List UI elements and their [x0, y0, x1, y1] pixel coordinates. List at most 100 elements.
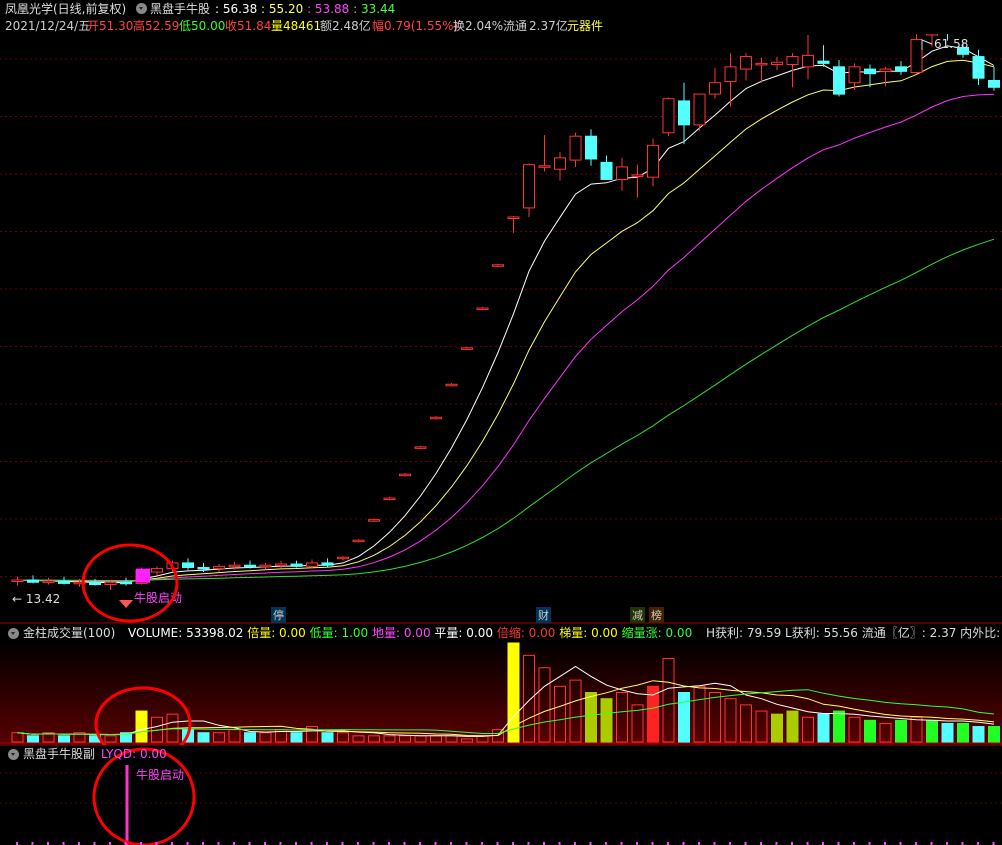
candle — [476, 306, 489, 311]
candle-body — [414, 446, 427, 449]
volume-item-value-6: 0.00 — [591, 626, 622, 640]
candle-body — [321, 562, 334, 566]
event-marker-list[interactable]: 榜 — [649, 607, 664, 623]
candle-body — [120, 581, 132, 585]
indicator-panel-dropdown-icon[interactable] — [8, 749, 19, 760]
ma-line-4 — [17, 238, 995, 582]
candle — [786, 53, 799, 88]
candle-body — [104, 581, 117, 586]
candle-body — [988, 79, 1000, 88]
event-marker-finance[interactable]: 财 — [536, 607, 551, 623]
candle-body — [895, 66, 907, 72]
candle — [802, 34, 814, 80]
event-marker-halt[interactable]: 停 — [271, 607, 286, 623]
indicator-value-2: : 55.20 — [261, 2, 308, 16]
candle — [910, 34, 923, 74]
volume-bar — [864, 719, 876, 743]
high-label: 高 — [133, 19, 146, 33]
volume-bar — [461, 738, 473, 743]
amount-value: 2.48亿 — [332, 19, 371, 33]
candle — [569, 132, 582, 167]
volume-chart[interactable] — [0, 641, 1002, 745]
candle-body — [724, 66, 737, 83]
volume-dropdown-icon[interactable] — [8, 628, 19, 639]
volume-bar — [941, 722, 954, 743]
volume-bar — [693, 685, 706, 743]
candle-body — [678, 100, 690, 126]
volume-bar — [585, 692, 597, 743]
candle-body — [197, 566, 210, 570]
volume-indicator-name: 金柱成交量(100) — [23, 626, 116, 640]
candle — [151, 566, 163, 576]
indicator-value-4: : 33.44 — [353, 2, 396, 16]
volume-bar — [352, 735, 365, 743]
volume-bar — [554, 685, 566, 743]
candle — [492, 263, 504, 268]
indicator-value-3: : 53.88 — [307, 2, 354, 16]
volume-item-value-2: 1.00 — [341, 626, 372, 640]
candle-body — [445, 383, 458, 387]
indicator-name: 黑盘手牛股 — [150, 2, 211, 16]
candle — [988, 66, 1000, 91]
volume-item-label-0: VOLUME: — [128, 626, 187, 640]
ma-line-1 — [17, 45, 995, 584]
candle — [461, 346, 473, 351]
candle-body — [802, 54, 814, 68]
indicator-panel-header: 黑盘手牛股副 LYQD: 0.00 — [0, 745, 1002, 762]
change-label: 幅 — [372, 19, 385, 33]
candle-body — [523, 164, 535, 209]
candle-body — [151, 568, 163, 573]
volume-value: 48461 — [283, 19, 322, 33]
event-marker-row: 停 财 减 榜 — [0, 607, 1002, 623]
candle-body — [740, 56, 752, 70]
volume-bar — [740, 704, 752, 743]
volume-item-value-5: 0.00 — [528, 626, 560, 640]
candle-body — [569, 135, 582, 161]
candle-body — [771, 61, 783, 66]
candle-body — [864, 68, 876, 75]
candle — [693, 93, 706, 131]
chart-title-bar: 凤凰光学(日线,前复权) 黑盘手牛股 : 56.38 : 55.20 : 53.… — [0, 0, 1002, 17]
candle — [213, 564, 225, 573]
candle-body — [492, 264, 504, 267]
candle-body — [631, 174, 644, 177]
indicator-signal-label: 牛股启动 — [136, 767, 184, 782]
signal-candle — [136, 568, 150, 583]
volume-bar — [972, 726, 985, 743]
event-marker-reduce[interactable]: 减 — [630, 607, 645, 623]
candle-body — [910, 38, 923, 73]
close-value: 51.84 — [237, 19, 272, 33]
candle — [352, 539, 365, 543]
volume-label: 量 — [271, 19, 284, 33]
candle — [895, 61, 907, 75]
candle — [42, 577, 55, 585]
volume-bar — [383, 735, 396, 743]
candle — [11, 576, 24, 586]
volume-bar — [910, 716, 923, 743]
candle-body — [709, 82, 721, 95]
volume-bar — [600, 698, 613, 743]
candle — [585, 129, 597, 166]
candle — [399, 473, 411, 477]
open-value: 51.30 — [99, 19, 134, 33]
candle — [817, 45, 830, 67]
volume-bar — [616, 692, 628, 743]
volume-bar — [368, 735, 380, 743]
max-price-label: 61.58 — [934, 37, 968, 51]
volume-bar — [414, 735, 427, 743]
volume-item-value-3: 0.00 — [403, 626, 435, 640]
candle-body — [786, 56, 799, 66]
candle — [848, 63, 861, 90]
candle-body — [58, 580, 70, 584]
sector-label: 元器件 — [567, 19, 604, 33]
open-label: 开 — [87, 19, 100, 33]
low-value: 50.00 — [191, 19, 226, 33]
candle-body — [89, 581, 101, 586]
volume-item-value-7: 0.00 — [665, 626, 693, 640]
volume-item-label-2: 低量: — [309, 626, 342, 640]
indicator-dropdown-icon[interactable] — [136, 3, 147, 14]
volume-bar — [802, 716, 814, 743]
float-label: 流通 — [503, 19, 528, 33]
volume-bar — [135, 710, 148, 743]
candlestick-chart[interactable]: 61.58← 13.42 牛股启动 — [0, 34, 1002, 624]
